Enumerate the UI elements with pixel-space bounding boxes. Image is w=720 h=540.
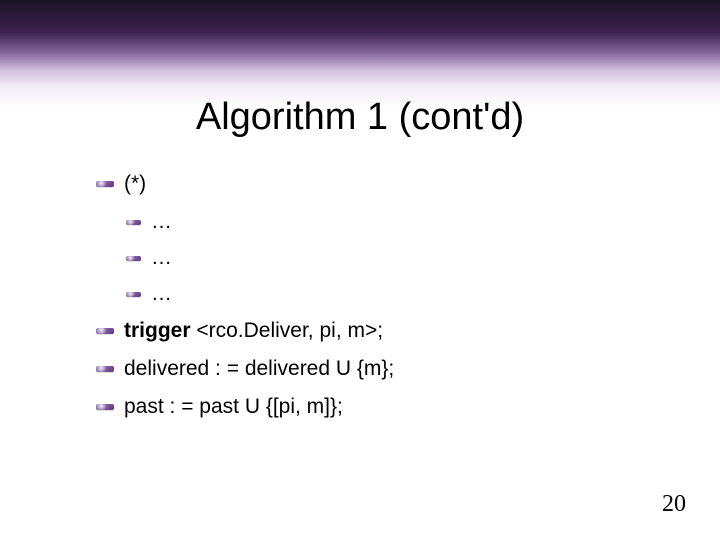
list-item: past : = past U {[pi, m]};: [96, 395, 660, 419]
list-item: (*): [96, 172, 660, 196]
list-text: …: [151, 282, 172, 306]
bullet-icon: [96, 181, 114, 187]
keyword-trigger: trigger: [124, 319, 191, 342]
bullet-icon: [126, 292, 141, 297]
slide-body: (*) … … … trigger <rco.Deliver, pi, m>; …: [96, 172, 660, 433]
list-item: …: [126, 210, 660, 234]
list-item: delivered : = delivered U {m};: [96, 357, 660, 381]
list-text: past : = past U {[pi, m]};: [124, 395, 343, 419]
bullet-icon: [96, 366, 114, 372]
bullet-icon: [96, 404, 114, 410]
list-text: delivered : = delivered U {m};: [124, 357, 394, 381]
list-item: trigger <rco.Deliver, pi, m>;: [96, 319, 660, 343]
list-item: …: [126, 282, 660, 306]
list-text: …: [151, 246, 172, 270]
slide-title: Algorithm 1 (cont'd): [0, 96, 720, 139]
list-text-rest: <rco.Deliver, pi, m>;: [191, 319, 384, 342]
bullet-icon: [126, 256, 141, 261]
page-number: 20: [662, 491, 686, 518]
list-text: (*): [124, 172, 146, 196]
bullet-icon: [126, 220, 141, 225]
bullet-icon: [96, 328, 114, 334]
list-text: trigger <rco.Deliver, pi, m>;: [124, 319, 383, 343]
list-text: …: [151, 210, 172, 234]
slide: Algorithm 1 (cont'd) (*) … … … trigger <…: [0, 0, 720, 540]
list-item: …: [126, 246, 660, 270]
